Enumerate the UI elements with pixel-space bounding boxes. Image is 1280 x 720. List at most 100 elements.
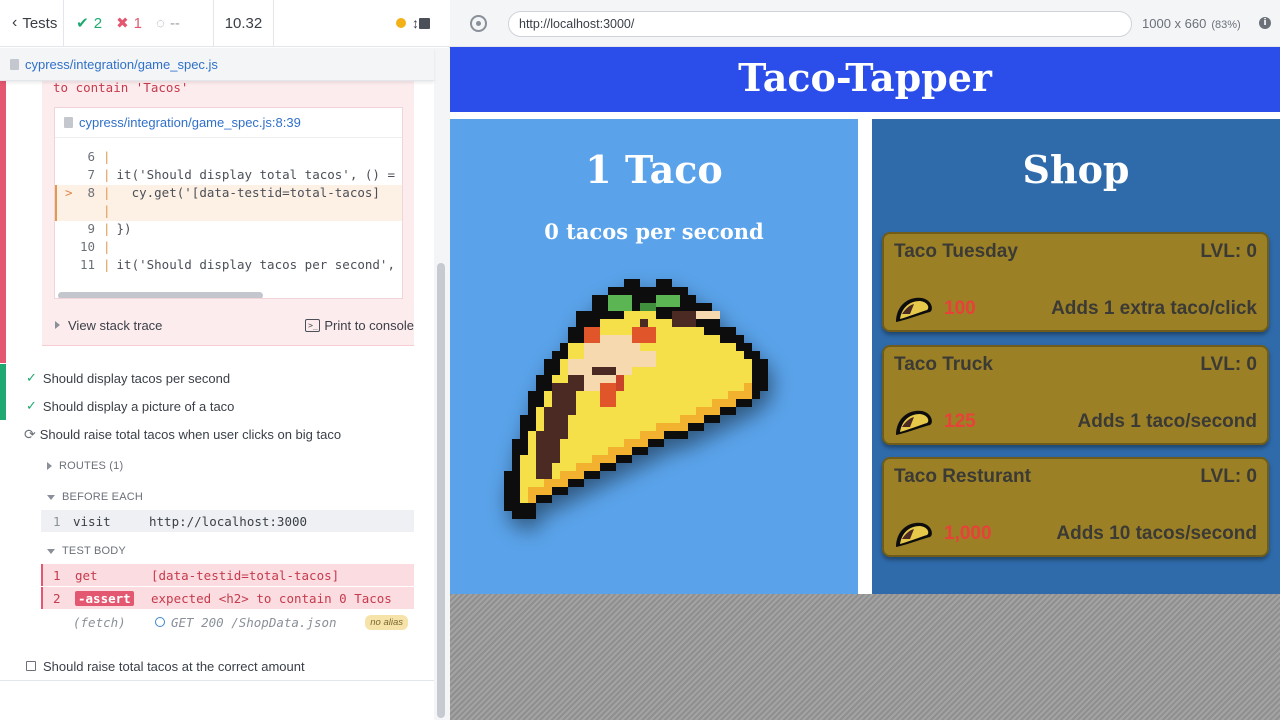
command-name: -assert	[69, 590, 147, 606]
failed-test: to contain 'Tacos' cypress/integration/g…	[0, 81, 434, 363]
command-row-failed[interactable]: 1 get [data-testid=total-tacos]	[41, 564, 414, 586]
viewport-info: 1000 x 660 (83%)	[1142, 16, 1241, 31]
stack-trace-row: View stack trace >_ Print to console	[52, 313, 414, 337]
shop-item-level: LVL: 0	[1200, 466, 1257, 487]
tests-label: Tests	[22, 14, 58, 32]
shop-item-taco-truck[interactable]: Taco Truck LVL: 0 125 Adds 1 taco/second	[882, 345, 1269, 445]
caret-down-icon	[47, 548, 55, 554]
url-bar: http://localhost:3000/ 1000 x 660 (83%) …	[450, 0, 1280, 47]
caret-right-icon	[47, 462, 52, 470]
print-to-console-label: Print to console	[324, 317, 414, 333]
command-name: visit	[73, 513, 111, 529]
scrollbar-thumb[interactable]	[437, 263, 445, 718]
code-frame-file[interactable]: cypress/integration/game_spec.js:8:39	[55, 108, 402, 138]
big-taco-icon[interactable]	[500, 275, 790, 525]
test-title: Should display a picture of a taco	[42, 398, 235, 414]
shop-panel: Shop Taco Tuesday LVL: 0 100 Adds 1 extr…	[872, 119, 1280, 594]
tacos-per-second: 0 tacos per second	[544, 219, 764, 244]
command-message: GET 200 /ShopData.json	[171, 614, 337, 630]
info-icon[interactable]: i	[1259, 17, 1271, 29]
file-icon	[10, 58, 19, 70]
test-title: Should raise total tacos when user click…	[39, 426, 342, 442]
stop-icon[interactable]	[419, 17, 431, 29]
alias-badge: no alias	[365, 614, 408, 630]
code-line: 11 | it('Should display tacos per second',	[79, 257, 395, 272]
test-title: Should display tacos per second	[42, 370, 231, 386]
test-item-running[interactable]: ⟳ Should raise total tacos when user cli…	[0, 420, 434, 448]
code-line-highlighted: >8 | cy.get('[data-testid=total-tacos]	[55, 185, 402, 203]
test-body-header[interactable]: TEST BODY	[47, 545, 126, 557]
tests-button[interactable]: ‹ Tests	[0, 0, 65, 47]
spec-path[interactable]: cypress/integration/game_spec.js	[25, 57, 218, 72]
command-row[interactable]: 1 visit http://localhost:3000	[41, 510, 414, 532]
chevron-left-icon: ‹	[12, 14, 18, 31]
print-to-console-button[interactable]: >_ Print to console	[305, 318, 414, 333]
shop-item-price: 100	[944, 298, 976, 319]
taco-icon	[896, 297, 932, 322]
horizontal-scrollbar[interactable]	[58, 292, 263, 298]
view-stack-trace-button[interactable]: View stack trace	[52, 318, 162, 333]
refresh-icon: ⟳	[24, 425, 36, 442]
shop-item-level: LVL: 0	[1200, 241, 1257, 262]
pending-count: --	[169, 14, 180, 32]
shop-item-name: Taco Truck	[894, 354, 993, 375]
view-stack-trace-label: View stack trace	[68, 317, 163, 333]
shop-item-name: Taco Tuesday	[894, 241, 1018, 262]
assert-tag: -assert	[75, 590, 134, 606]
code-line: 6 |	[87, 149, 111, 164]
routes-header[interactable]: ROUTES (1)	[47, 460, 123, 472]
shop-item-taco-tuesday[interactable]: Taco Tuesday LVL: 0 100 Adds 1 extra tac…	[882, 232, 1269, 332]
auto-scroll-toggle[interactable]: ↕	[396, 15, 419, 31]
pending-circle-icon: ◌	[156, 14, 165, 32]
shop-title: Shop	[1022, 147, 1130, 192]
code-frame-path[interactable]: cypress/integration/game_spec.js:8:39	[79, 115, 301, 130]
pass-stripe	[0, 364, 6, 392]
passed-count: 2	[93, 14, 103, 32]
code-line-highlighted: |	[55, 203, 402, 221]
crosshair-icon[interactable]	[470, 15, 487, 32]
check-icon: ✔	[76, 15, 89, 32]
fail-stripe	[0, 81, 6, 363]
failed-count: 1	[133, 14, 143, 32]
shop-item-price: 1,000	[944, 523, 992, 544]
routes-label: ROUTES (1)	[59, 460, 124, 472]
shop-item-price: 125	[944, 411, 976, 432]
x-icon: ✖	[116, 15, 129, 32]
reporter-header: ‹ Tests ✔ 2 ✖ 1 ◌ -- 10.32 ↕	[0, 0, 450, 47]
url-field[interactable]: http://localhost:3000/	[508, 11, 1132, 37]
command-message: http://localhost:3000	[149, 513, 308, 529]
test-title: Should raise total tacos at the correct …	[43, 658, 305, 674]
pass-stripe	[0, 392, 6, 420]
code-frame: cypress/integration/game_spec.js:8:39 6 |…	[54, 107, 403, 299]
file-icon	[64, 117, 73, 128]
shop-item-taco-resturant[interactable]: Taco Resturant LVL: 0 1,000 Adds 10 taco…	[882, 457, 1269, 557]
taco-icon	[896, 522, 932, 547]
taco-icon	[896, 410, 932, 435]
test-item-passed[interactable]: ✓ Should display a picture of a taco	[0, 392, 434, 420]
command-number: 2	[53, 590, 61, 606]
spec-path-bar[interactable]: cypress/integration/game_spec.js	[0, 48, 434, 81]
app-title: Taco-Tapper	[450, 47, 1280, 112]
pending-stat: ◌ --	[156, 15, 180, 32]
shop-item-level: LVL: 0	[1200, 354, 1257, 375]
command-number: 1	[53, 513, 61, 529]
passed-stat: ✔ 2	[76, 14, 103, 33]
shop-item-description: Adds 10 tacos/second	[1056, 523, 1257, 544]
viewport-background	[450, 594, 1280, 720]
shop-item-description: Adds 1 extra taco/click	[1051, 298, 1257, 319]
checkbox-icon	[26, 661, 36, 671]
duration: 10.32	[214, 0, 275, 47]
command-row-failed[interactable]: 2 -assert expected <h2> to contain 0 Tac…	[41, 587, 414, 609]
shop-item-name: Taco Resturant	[894, 466, 1031, 487]
running-indicator-icon	[396, 18, 407, 28]
before-each-header[interactable]: BEFORE EACH	[47, 491, 143, 503]
test-body-label: TEST BODY	[62, 545, 126, 557]
code-line: 7 | it('Should display total tacos', () =	[87, 167, 395, 182]
taco-panel: 1 Taco 0 tacos per second	[450, 119, 858, 594]
command-row-fetch[interactable]: (fetch) GET 200 /ShopData.json no alias	[41, 611, 414, 633]
pending-circle-icon	[155, 617, 165, 627]
command-message: [data-testid=total-tacos]	[151, 567, 340, 583]
test-item-pending[interactable]: Should raise total tacos at the correct …	[0, 652, 434, 680]
test-item-passed[interactable]: ✓ Should display tacos per second	[0, 364, 434, 392]
code-line: 9 |})	[87, 221, 132, 236]
